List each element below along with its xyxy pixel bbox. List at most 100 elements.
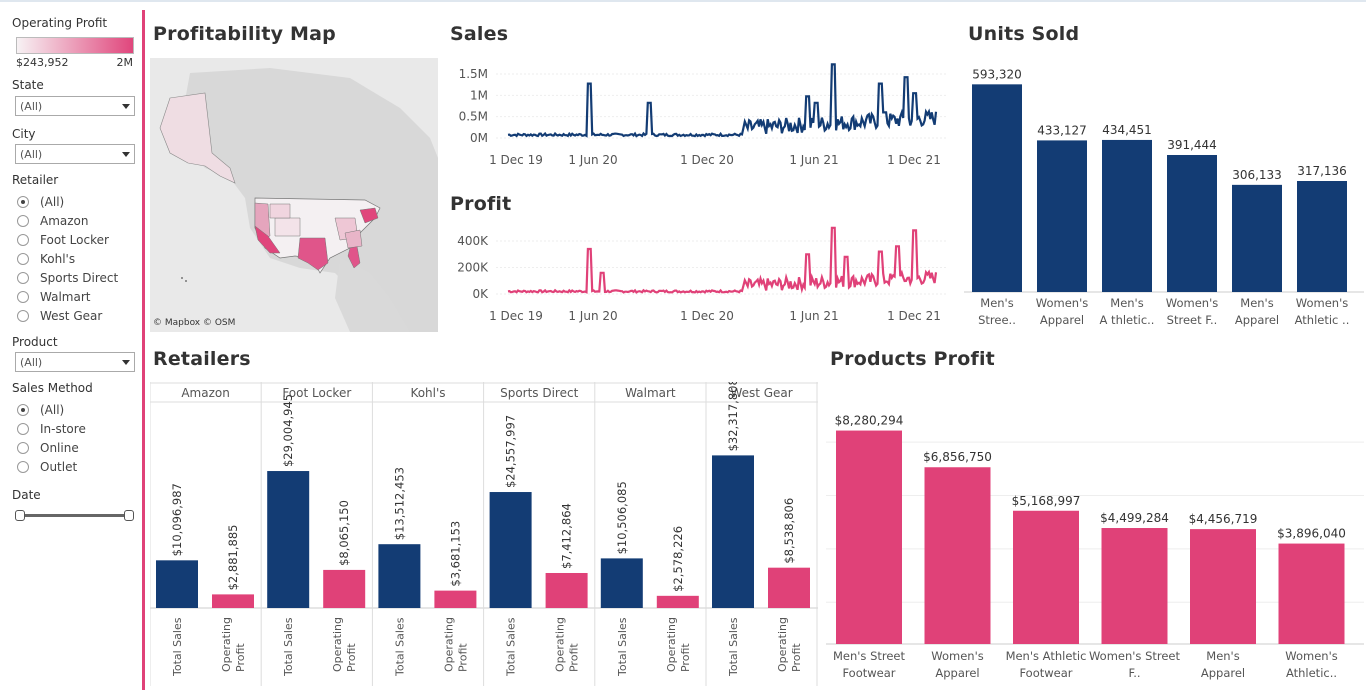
units-sold-chart[interactable]: 593,320 Men's Stree.. 433,127 Women's Apparel… [964, 58, 1364, 338]
city-value: (All) [20, 148, 43, 161]
units-category-label: Street F.. [1167, 313, 1218, 327]
product-value: (All) [20, 356, 43, 369]
sales-method-option-online[interactable]: Online [17, 440, 79, 456]
product-profit-bar[interactable] [836, 430, 902, 644]
retailer-profit-bar[interactable] [434, 590, 477, 608]
x-tick-label: 1 Dec 19 [489, 309, 543, 323]
product-profit-bar[interactable] [1013, 510, 1079, 644]
retailer-option-foot-locker[interactable]: Foot Locker [17, 232, 109, 248]
state-mountain[interactable] [274, 217, 301, 237]
retailer-data-label: $29,004,945 [281, 394, 295, 467]
retailer-option-west-gear[interactable]: West Gear [17, 308, 102, 324]
units-bar[interactable] [1232, 184, 1282, 292]
retailer-category-label: Operating [554, 617, 567, 672]
retailer-option-sports-direct[interactable]: Sports Direct [17, 270, 118, 286]
date-slider-track[interactable] [19, 514, 129, 517]
product-category-label: Men's Athletic [1006, 649, 1087, 663]
units-bar[interactable] [1167, 154, 1217, 292]
sales-method-option-in-store[interactable]: In-store [17, 421, 86, 437]
product-category-label: Men's [1206, 649, 1239, 663]
product-dropdown[interactable]: (All) [15, 352, 135, 372]
series-line[interactable] [507, 63, 938, 138]
option-label: Online [40, 441, 79, 455]
retailer-option-walmart[interactable]: Walmart [17, 289, 90, 305]
product-profit-bar[interactable] [1278, 543, 1345, 644]
retailer-panel-header: Kohl's [410, 386, 445, 400]
retailer-category-label: Profit [568, 643, 581, 672]
units-data-label: 593,320 [972, 67, 1022, 81]
retailer-profit-bar[interactable] [768, 567, 810, 608]
retailer-profit-bar[interactable] [656, 595, 699, 608]
retailer-sales-bar[interactable] [267, 471, 310, 608]
x-tick-label: 1 Dec 21 [887, 309, 941, 323]
legend-title: Operating Profit [12, 16, 108, 30]
option-label: West Gear [40, 309, 103, 323]
state-southeast[interactable] [344, 229, 363, 249]
retailer-category-label: Profit [679, 643, 692, 672]
city-dropdown[interactable]: (All) [15, 144, 135, 164]
option-label: Sports Direct [40, 271, 119, 285]
date-slider-start-handle[interactable] [15, 510, 25, 521]
retailer-panel-header: Sports Direct [500, 386, 579, 400]
retailer-label: Retailer [12, 173, 59, 187]
retailer-profit-bar[interactable] [323, 569, 366, 608]
radio-selected-icon [17, 196, 29, 208]
y-tick-label: 0.5M [459, 110, 488, 124]
units-bar[interactable] [1037, 140, 1087, 292]
retailer-option-amazon[interactable]: Amazon [17, 213, 89, 229]
state-northwest[interactable] [269, 203, 291, 219]
x-tick-label: 1 Jun 20 [568, 309, 617, 323]
units-category-label: Men's [980, 296, 1013, 310]
sales-line-chart[interactable]: 1.5M 1M 0.5M 0M1 Dec 19 1 Jun 20 1 Dec 20 1 Ju… [448, 58, 948, 178]
units-category-label: Apparel [1235, 313, 1279, 327]
retailer-profit-bar[interactable] [212, 594, 254, 608]
product-profit-bar[interactable] [1190, 529, 1256, 644]
sales-method-option-outlet[interactable]: Outlet [17, 459, 77, 475]
date-slider-end-handle[interactable] [124, 510, 134, 521]
retailer-option-all[interactable]: (All) [17, 194, 64, 210]
product-profit-data-label: $6,856,750 [923, 450, 992, 464]
units-data-label: 434,451 [1102, 123, 1152, 137]
units-data-label: 433,127 [1037, 123, 1087, 137]
state-dropdown[interactable]: (All) [15, 96, 135, 116]
sales-title: Sales [450, 23, 509, 45]
retailer-option-kohls[interactable]: Kohl's [17, 251, 75, 267]
x-tick-label: 1 Dec 20 [680, 153, 734, 167]
retailer-sales-bar[interactable] [378, 544, 421, 608]
retailers-title: Retailers [153, 348, 251, 370]
retailer-data-label: $2,578,226 [671, 526, 685, 592]
retailer-panel-header: Amazon [181, 386, 230, 400]
retailer-data-label: $32,317,808 [726, 382, 740, 451]
product-label: Product [12, 335, 58, 349]
units-category-label: Women's [1166, 296, 1218, 310]
product-profit-data-label: $3,896,040 [1277, 527, 1346, 541]
retailer-sales-bar[interactable] [489, 492, 532, 608]
retailer-data-label: $2,881,885 [226, 525, 240, 591]
series-line[interactable] [507, 226, 938, 294]
profit-line-chart[interactable]: 400K 200K 0K1 Dec 19 1 Jun 20 1 Dec 20 1 Jun … [448, 226, 948, 332]
option-label: Kohl's [40, 252, 76, 266]
sales-method-option-all[interactable]: (All) [17, 402, 64, 418]
retailer-data-label: $10,506,085 [615, 481, 629, 554]
units-bar[interactable] [1297, 181, 1347, 292]
map-svg [150, 58, 438, 332]
units-bar[interactable] [972, 84, 1022, 292]
retailer-category-label: Profit [345, 643, 358, 672]
retailer-sales-bar[interactable] [712, 455, 754, 608]
retailer-sales-bar[interactable] [156, 560, 198, 608]
units-category-label: Men's [1110, 296, 1143, 310]
radio-icon [17, 253, 29, 265]
option-label: Foot Locker [40, 233, 109, 247]
profitability-map[interactable]: © Mapbox © OSM [150, 58, 438, 332]
retailer-data-label: $10,096,987 [170, 483, 184, 556]
product-profit-bar[interactable] [924, 467, 991, 644]
retailer-profit-bar[interactable] [545, 572, 588, 608]
product-category-label: F.. [1128, 666, 1140, 680]
retailers-chart[interactable]: Amazon $10,096,987 Total Sales $2,881,885 Op… [150, 382, 818, 686]
units-bar[interactable] [1102, 139, 1152, 292]
product-profit-bar[interactable] [1101, 528, 1168, 644]
retailer-sales-bar[interactable] [600, 558, 643, 608]
units-category-label: Athletic .. [1295, 313, 1350, 327]
products-profit-chart[interactable]: $8,280,294 Men's Street Footwear $6,856,750… [826, 382, 1364, 686]
product-category-label: Athletic.. [1286, 666, 1337, 680]
